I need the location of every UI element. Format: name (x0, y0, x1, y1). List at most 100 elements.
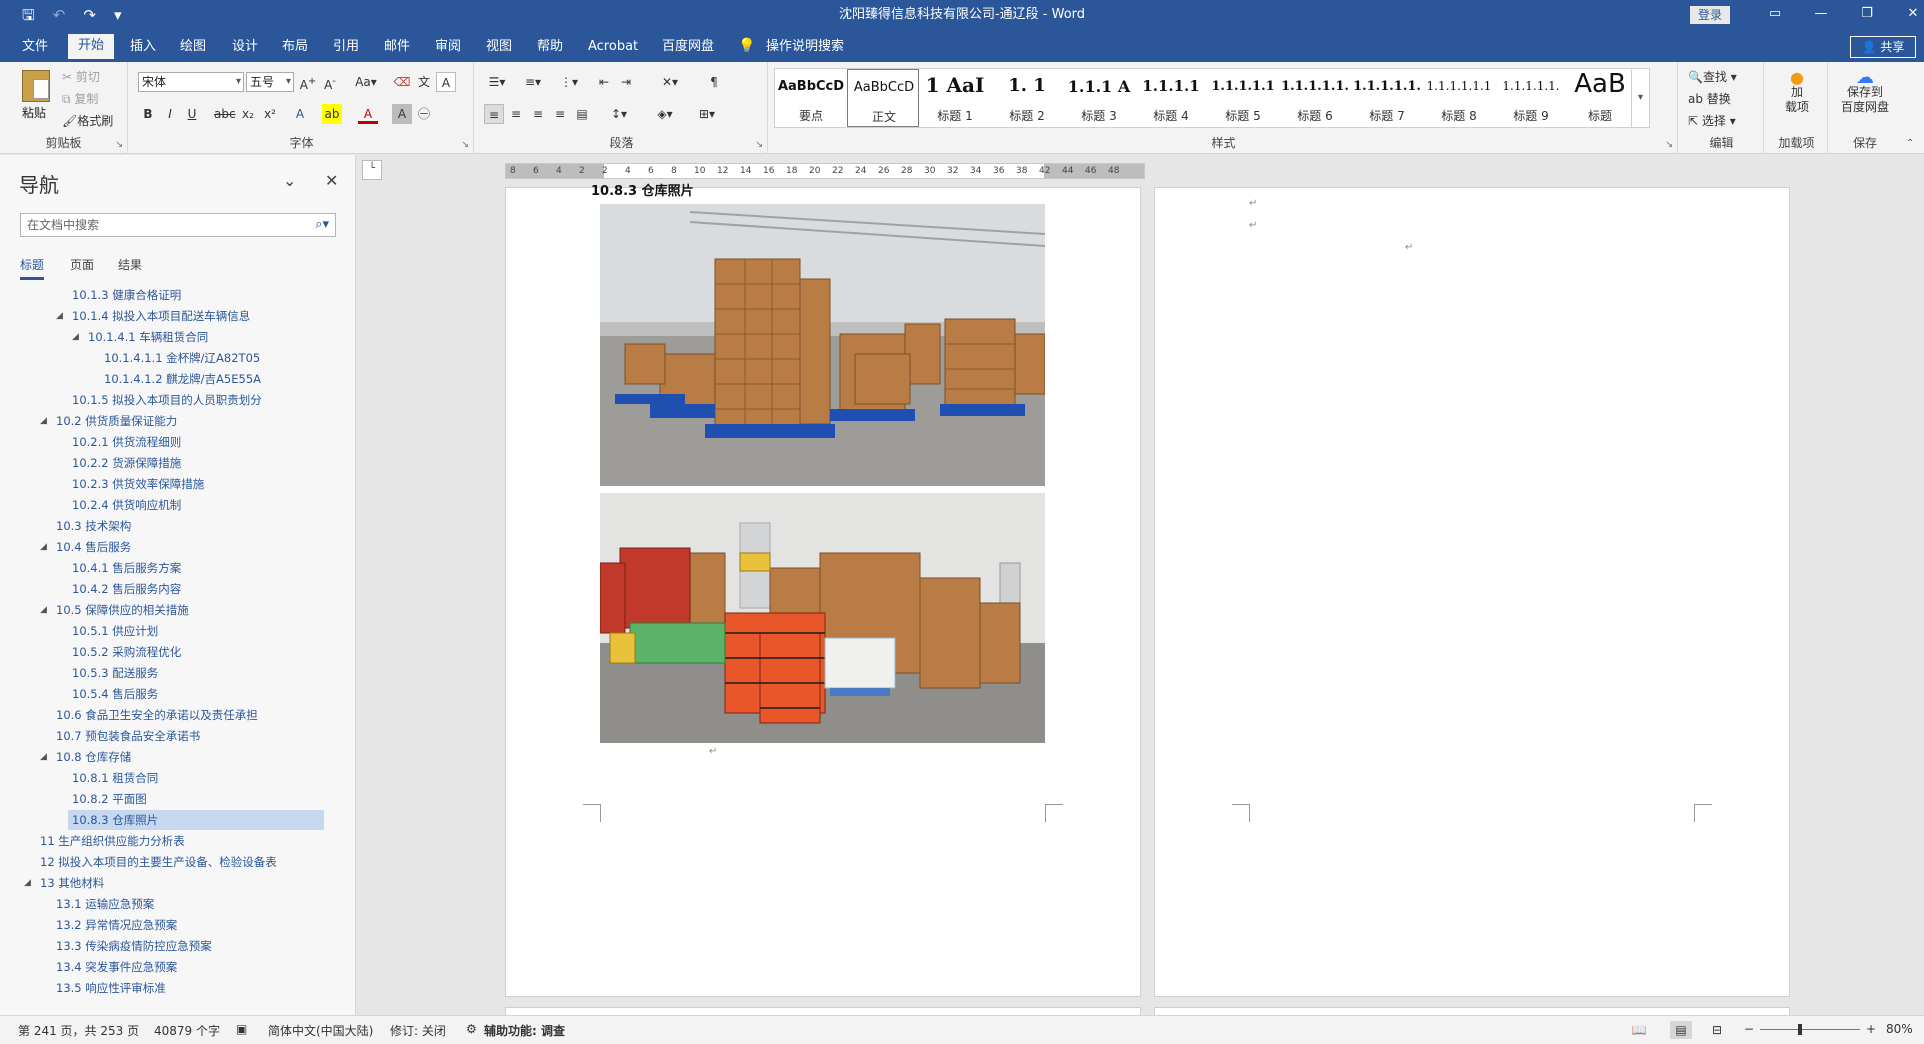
find-button[interactable]: 🔍查找 ▾ (1688, 68, 1737, 85)
print-layout-icon[interactable]: ▤ (1670, 1021, 1692, 1039)
login-button[interactable]: 登录 (1690, 6, 1730, 24)
decrease-indent-icon[interactable]: ⇤ (594, 72, 614, 92)
document-page[interactable]: ↵ ↵ ↵ (1154, 187, 1790, 997)
justify-icon[interactable]: ≡ (550, 104, 570, 124)
bold-icon[interactable]: B (138, 104, 158, 124)
outline-item[interactable]: 10.8.1 租赁合同 (72, 768, 158, 788)
read-mode-icon[interactable]: 📖 (1628, 1021, 1650, 1039)
style-item[interactable]: 1.1.1.1.1. 标题 7 (1351, 69, 1423, 127)
collapse-triangle-icon[interactable]: ◢ (40, 747, 47, 767)
outline-item[interactable]: ◢ 13 其他材料 (24, 873, 104, 893)
zoom-out-icon[interactable]: − (1744, 1022, 1754, 1036)
outline-item[interactable]: 10.8.3 仓库照片 (68, 810, 324, 830)
addins-button[interactable]: ● 加 载项 (1766, 70, 1828, 115)
dialog-launcher-icon[interactable]: ↘ (1665, 140, 1673, 150)
enclosed-character-icon[interactable]: ㊀ (414, 104, 434, 124)
distributed-icon[interactable]: ▤ (572, 104, 592, 124)
tab-layout[interactable]: 布局 (272, 34, 318, 62)
tab-review[interactable]: 审阅 (425, 34, 471, 62)
show-marks-icon[interactable]: ¶ (704, 72, 724, 92)
style-item[interactable]: 1. 1 标题 2 (991, 69, 1063, 127)
style-item[interactable]: AaB 标题 (1567, 69, 1633, 127)
style-item[interactable]: 1.1.1 A 标题 3 (1063, 69, 1135, 127)
collapse-triangle-icon[interactable]: ◢ (40, 537, 47, 557)
minimize-icon[interactable]: — (1798, 0, 1844, 30)
outline-item[interactable]: 13.1 运输应急预案 (56, 894, 154, 914)
superscript-icon[interactable]: x² (260, 104, 280, 124)
outline-item[interactable]: 13.3 传染病疫情防控应急预案 (56, 936, 212, 956)
collapse-triangle-icon[interactable]: ◢ (72, 327, 79, 347)
share-button[interactable]: 👤 共享 (1850, 36, 1916, 58)
tab-acrobat[interactable]: Acrobat (578, 34, 648, 62)
shading-icon[interactable]: ◈▾ (652, 104, 678, 124)
style-item[interactable]: AaBbCcD 要点 (775, 69, 847, 127)
zoom-slider[interactable] (1760, 1029, 1860, 1030)
horizontal-ruler[interactable]: 8 6 4 2 2 4 6 8 10 12 14 16 18 20 22 24 26 28 30 32 34 36 38 42… (505, 163, 1145, 179)
cut-button[interactable]: ✂ 剪切 (62, 68, 100, 85)
align-right-icon[interactable]: ≡ (528, 104, 548, 124)
web-layout-icon[interactable]: ⊟ (1706, 1021, 1728, 1039)
outline-item[interactable]: 10.6 食品卫生安全的承诺以及责任承担 (56, 705, 258, 725)
style-item[interactable]: 1.1.1.1.1. 标题 9 (1495, 69, 1567, 127)
nav-tab-headings[interactable]: 标题 (20, 256, 45, 280)
shrink-font-icon[interactable]: A- (320, 72, 340, 92)
line-spacing-icon[interactable]: ↕▾ (606, 104, 632, 124)
text-effects-icon[interactable]: A (290, 104, 310, 124)
outline-item[interactable]: 13.5 响应性评审标准 (56, 978, 166, 998)
outline-item[interactable]: 10.5.3 配送服务 (72, 663, 158, 683)
word-count[interactable]: 40879 个字 (154, 1022, 220, 1039)
style-gallery-more-icon[interactable]: ▾ (1631, 69, 1649, 127)
outline-item[interactable]: ◢ 10.1.4.1 车辆租赁合同 (72, 327, 208, 347)
align-center-icon[interactable]: ≡ (506, 104, 526, 124)
dialog-launcher-icon[interactable]: ↘ (115, 140, 123, 150)
pane-options-icon[interactable]: ⌄ (283, 171, 296, 190)
grow-font-icon[interactable]: A+ (298, 72, 318, 92)
close-pane-icon[interactable]: ✕ (325, 171, 338, 190)
highlight-icon[interactable]: ab (322, 104, 342, 124)
document-page[interactable]: 10.8.3 仓库照片 ↵ (505, 184, 1141, 997)
outline-item[interactable]: ◢ 10.4 售后服务 (40, 537, 131, 557)
tab-mailings[interactable]: 邮件 (374, 34, 420, 62)
accessibility-icon[interactable]: ⚙ (466, 1022, 477, 1036)
nav-tab-results[interactable]: 结果 (118, 256, 142, 273)
outline-item[interactable]: 12 拟投入本项目的主要生产设备、检验设备表 (40, 852, 277, 872)
collapse-triangle-icon[interactable]: ◢ (24, 873, 31, 893)
outline-item[interactable]: 13.2 异常情况应急预案 (56, 915, 177, 935)
italic-icon[interactable]: I (160, 104, 180, 124)
outline-item[interactable]: 10.8.2 平面图 (72, 789, 147, 809)
style-item[interactable]: 1.1.1.1.1.1 标题 8 (1423, 69, 1495, 127)
change-case-icon[interactable]: Aa▾ (352, 72, 380, 92)
tab-help[interactable]: 帮助 (527, 34, 573, 62)
collapse-triangle-icon[interactable]: ◢ (40, 600, 47, 620)
tab-home[interactable]: 开始 (68, 34, 115, 62)
outline-item[interactable]: 10.1.4.1.2 麒龙牌/吉A5E55A (104, 369, 261, 389)
proofing-icon[interactable]: ▣ (236, 1022, 247, 1036)
outline-item[interactable]: 10.1.4.1.1 金杯牌/辽A82T05 (104, 348, 260, 368)
style-item[interactable]: 1.1.1.1.1. 标题 6 (1279, 69, 1351, 127)
tab-design[interactable]: 设计 (222, 34, 268, 62)
outline-item[interactable]: ◢ 10.8 仓库存储 (40, 747, 131, 767)
save-to-baidu-button[interactable]: ☁ 保存到 百度网盘 (1830, 69, 1900, 115)
font-size-combo[interactable]: 五号 (246, 72, 294, 92)
warehouse-photo-2[interactable] (600, 493, 1045, 743)
tab-insert[interactable]: 插入 (120, 34, 166, 62)
borders-icon[interactable]: ⊞▾ (694, 104, 720, 124)
tab-baidu-netdisk[interactable]: 百度网盘 (652, 34, 724, 62)
multilevel-list-icon[interactable]: ⋮▾ (556, 72, 582, 92)
ribbon-display-icon[interactable]: ▭ (1752, 0, 1798, 30)
navigation-search-input[interactable]: 在文档中搜索 ⌕▾ (20, 213, 336, 237)
tab-selector-icon[interactable]: └ (362, 160, 382, 180)
style-item[interactable]: 1 AaI 标题 1 (919, 69, 991, 127)
phonetic-guide-icon[interactable]: 文 (414, 72, 434, 92)
paste-button-label[interactable]: 粘贴 (22, 104, 46, 121)
outline-item[interactable]: 10.2.1 供货流程细则 (72, 432, 181, 452)
bullets-icon[interactable]: ☰▾ (484, 72, 510, 92)
outline-item[interactable]: 10.1.3 健康合格证明 (72, 285, 181, 305)
restore-icon[interactable]: ❐ (1844, 0, 1890, 30)
underline-icon[interactable]: U (182, 104, 202, 124)
style-item[interactable]: 1.1.1.1 标题 4 (1135, 69, 1207, 127)
subscript-icon[interactable]: x₂ (238, 104, 258, 124)
copy-button[interactable]: ⧉ 复制 (62, 90, 98, 107)
outline-item[interactable]: 10.4.2 售后服务内容 (72, 579, 181, 599)
collapse-ribbon-icon[interactable]: ⌃ (1906, 138, 1914, 149)
